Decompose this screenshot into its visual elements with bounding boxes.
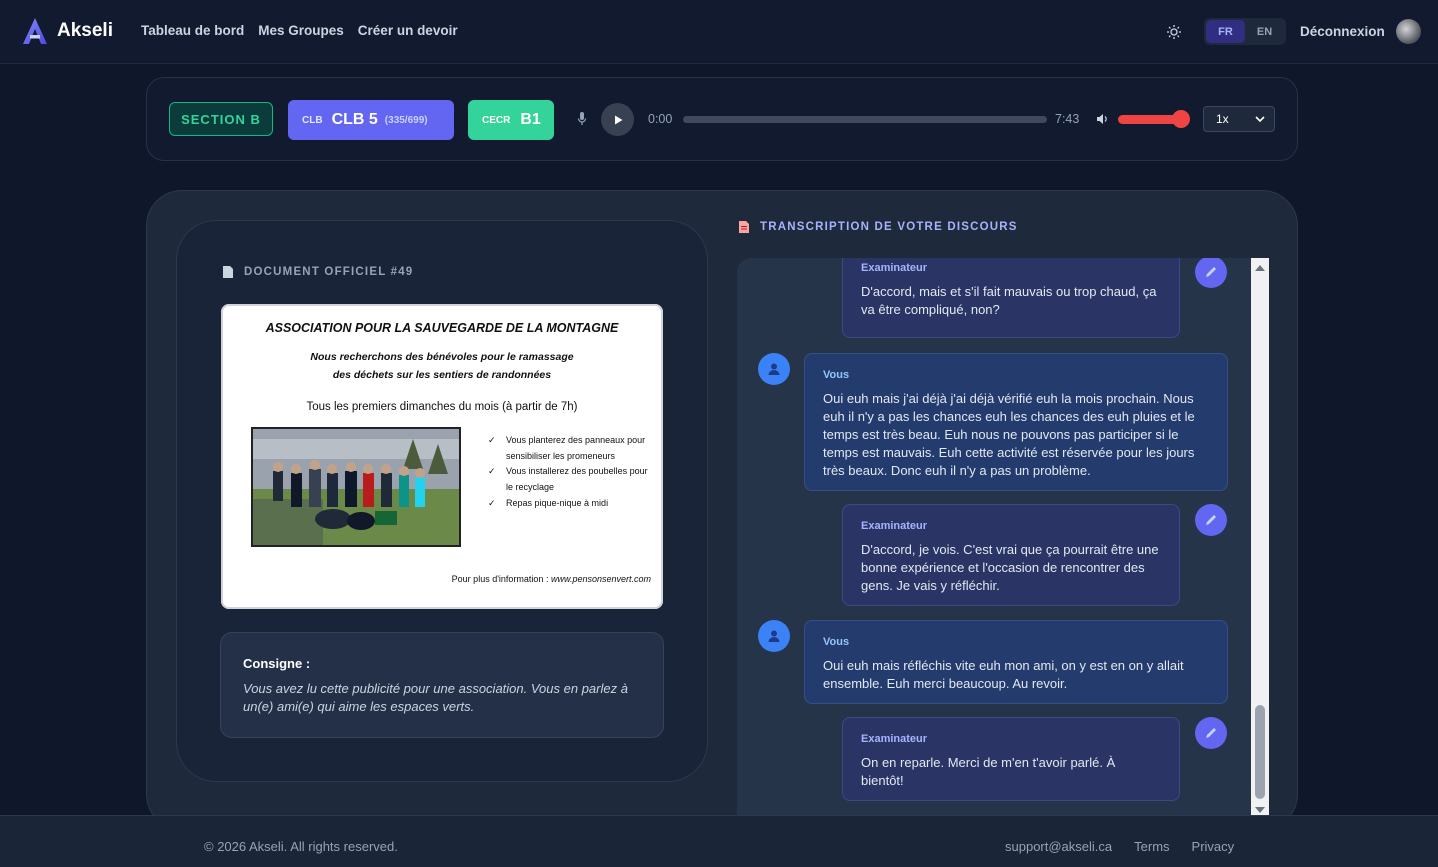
transcript-heading: TRANSCRIPTION DE VOTRE DISCOURS xyxy=(739,221,1018,233)
logout-button[interactable]: Déconnexion xyxy=(1300,24,1385,39)
section-badge: SECTION B xyxy=(169,102,273,136)
speaker-label: Examinateur xyxy=(861,733,928,745)
flyer-schedule: Tous les premiers dimanches du mois (à p… xyxy=(306,401,578,413)
message-text: On en reparle. Merci de m'en t'avoir par… xyxy=(861,755,1116,788)
flyer-subtitle: Nous recherchons des bénévoles pour le r… xyxy=(221,348,663,384)
play-icon xyxy=(614,115,622,124)
language-switcher: FR EN xyxy=(1204,18,1286,45)
transcript-heading-label: TRANSCRIPTION DE VOTRE DISCOURS xyxy=(760,221,1018,233)
lang-fr-button[interactable]: FR xyxy=(1206,20,1245,43)
volunteers-photo xyxy=(251,427,461,547)
document-heading-label: DOCUMENT OFFICIEL #49 xyxy=(244,266,414,278)
volume-slider-handle[interactable] xyxy=(1172,110,1190,128)
message-text: Oui euh mais j'ai déjà j'ai déjà vérifié… xyxy=(823,391,1195,478)
clb-badge: CLB CLB 5 (335/699) xyxy=(288,100,454,140)
examiner-message: Examinateur D'accord, je vois. C'est vra… xyxy=(842,504,1180,606)
nav-create-assignment[interactable]: Créer un devoir xyxy=(358,23,458,38)
transcript-scroll-thumb[interactable] xyxy=(1255,705,1265,799)
flyer-bullet: Vous planterez des panneaux pour sensibi… xyxy=(488,433,653,464)
playback-speed-value: 1x xyxy=(1216,112,1229,126)
transcript-scroll-area[interactable]: Examinateur D'accord, mais et s'il fait … xyxy=(737,258,1269,816)
clb-score: (335/699) xyxy=(384,114,428,126)
document-icon xyxy=(223,266,233,278)
volume-icon[interactable] xyxy=(1095,112,1109,126)
user-avatar-icon xyxy=(758,620,790,652)
progress-track[interactable] xyxy=(683,116,1047,123)
top-header: Akseli Tableau de bord Mes Groupes Créer… xyxy=(0,0,1438,64)
total-time: 7:43 xyxy=(1055,112,1080,126)
examiner-message: Examinateur D'accord, mais et s'il fait … xyxy=(842,258,1180,338)
volunteers-photo-image xyxy=(253,429,459,545)
speaker-label: Vous xyxy=(823,369,850,381)
clb-level: CLB 5 xyxy=(331,111,378,128)
nav-dashboard[interactable]: Tableau de bord xyxy=(141,23,244,38)
nav-groups[interactable]: Mes Groupes xyxy=(258,23,344,38)
main-nav: Tableau de bord Mes Groupes Créer un dev… xyxy=(141,23,472,38)
audio-player-bar: SECTION B CLB CLB 5 (335/699) CECR B1 0:… xyxy=(146,77,1298,161)
instruction-box: Consigne : Vous avez lu cette publicité … xyxy=(220,632,664,738)
clb-small-label: CLB xyxy=(302,114,323,126)
flyer-subtitle-line1: Nous recherchons des bénévoles pour le r… xyxy=(310,351,574,363)
cecr-small-label: CECR xyxy=(482,114,511,126)
theme-toggle-button[interactable] xyxy=(1164,22,1184,42)
lang-en-button[interactable]: EN xyxy=(1245,20,1284,43)
brand-logo[interactable]: Akseli xyxy=(22,17,113,45)
cecr-level: B1 xyxy=(520,111,541,128)
user-avatar-icon xyxy=(758,353,790,385)
flyer-title: ASSOCIATION POUR LA SAUVEGARDE DE LA MON… xyxy=(265,321,619,335)
akseli-logo-icon xyxy=(23,18,47,44)
user-message: Vous Oui euh mais j'ai déjà j'ai déjà vé… xyxy=(804,353,1228,491)
speaker-label: Examinateur xyxy=(861,520,928,532)
scroll-up-arrow-icon[interactable] xyxy=(1254,264,1266,272)
message-text: D'accord, je vois. C'est vrai que ça pou… xyxy=(861,542,1159,593)
pencil-icon xyxy=(1206,515,1216,525)
pencil-icon xyxy=(1206,267,1216,277)
chevron-down-icon xyxy=(1255,116,1265,123)
person-icon xyxy=(768,363,780,375)
scroll-down-arrow-icon[interactable] xyxy=(1254,806,1266,814)
flyer-footer-label: Pour plus d'information : xyxy=(451,574,551,584)
message-text: D'accord, mais et s'il fait mauvais ou t… xyxy=(861,284,1157,317)
instruction-label: Consigne : xyxy=(243,656,311,671)
main-panel: DOCUMENT OFFICIEL #49 ASSOCIATION POUR L… xyxy=(146,190,1298,830)
sun-icon xyxy=(1167,25,1181,39)
document-card: DOCUMENT OFFICIEL #49 ASSOCIATION POUR L… xyxy=(176,220,708,782)
message-text: Oui euh mais réfléchis vite euh mon ami,… xyxy=(823,658,1184,691)
instruction-text: Vous avez lu cette publicité pour une as… xyxy=(243,681,628,714)
flyer-footer: Pour plus d'information : www.pensonsenv… xyxy=(452,574,651,584)
current-time: 0:00 xyxy=(648,112,673,126)
page-footer: © 2026 Akseli. All rights reserved. supp… xyxy=(0,815,1438,867)
examiner-avatar xyxy=(1195,504,1227,536)
pencil-icon xyxy=(1206,728,1216,738)
speaker-label: Vous xyxy=(823,636,850,648)
flyer-footer-url: www.pensonsenvert.com xyxy=(550,574,651,584)
terms-link[interactable]: Terms xyxy=(1134,839,1169,854)
user-message: Vous Oui euh mais réfléchis vite euh mon… xyxy=(804,620,1228,704)
person-icon xyxy=(768,630,780,642)
playback-speed-select[interactable]: 1x xyxy=(1203,106,1275,132)
user-avatar[interactable] xyxy=(1396,19,1421,44)
speaker-label: Examinateur xyxy=(861,262,928,274)
examiner-avatar xyxy=(1195,258,1227,288)
privacy-link[interactable]: Privacy xyxy=(1192,839,1235,854)
support-email-link[interactable]: support@akseli.ca xyxy=(1005,839,1112,854)
transcript-document-icon xyxy=(739,221,749,233)
official-document-flyer: ASSOCIATION POUR LA SAUVEGARDE DE LA MON… xyxy=(221,304,663,609)
play-button[interactable] xyxy=(601,103,634,136)
flyer-bullet-list: Vous planterez des panneaux pour sensibi… xyxy=(488,433,653,512)
brand-name: Akseli xyxy=(57,20,113,41)
document-heading: DOCUMENT OFFICIEL #49 xyxy=(223,266,413,278)
copyright-text: © 2026 Akseli. All rights reserved. xyxy=(204,839,398,854)
flyer-bullet: Vous installerez des poubelles pour le r… xyxy=(488,464,653,495)
flyer-bullet: Repas pique-nique à midi xyxy=(488,496,653,512)
examiner-message: Examinateur On en reparle. Merci de m'en… xyxy=(842,717,1180,801)
flyer-subtitle-line2: des déchets sur les sentiers de randonné… xyxy=(332,369,552,381)
cecr-badge: CECR B1 xyxy=(468,100,554,140)
examiner-avatar xyxy=(1195,717,1227,749)
microphone-icon xyxy=(577,112,587,125)
footer-links: support@akseli.ca Terms Privacy xyxy=(1005,839,1256,854)
